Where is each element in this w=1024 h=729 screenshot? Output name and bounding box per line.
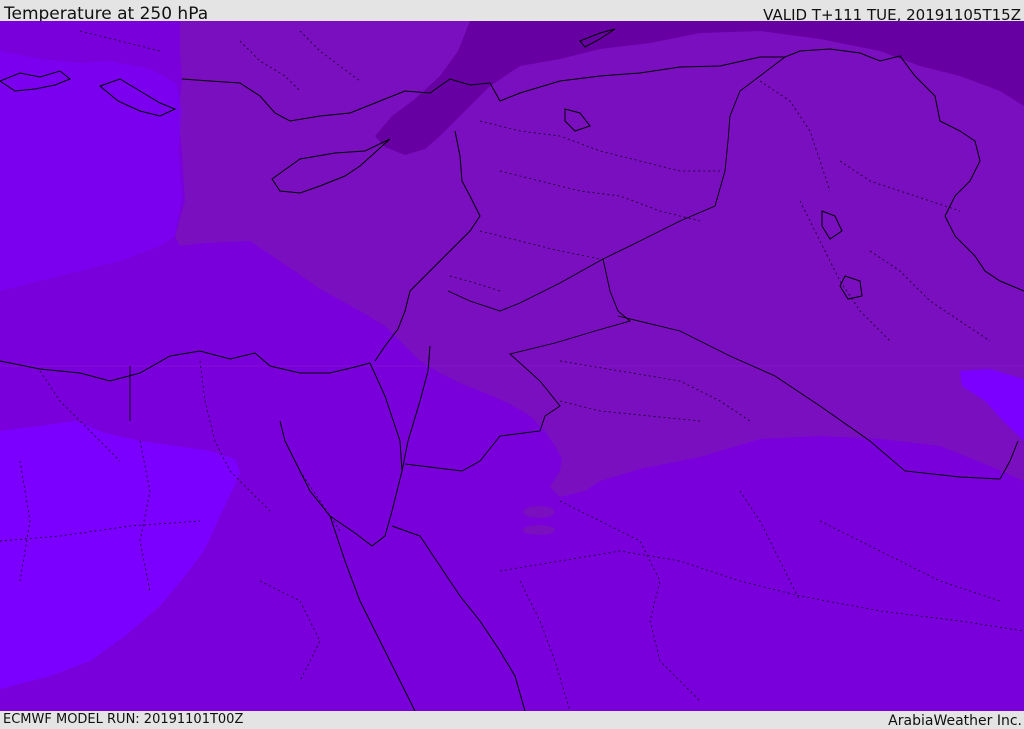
map-footer: ECMWF MODEL RUN: 20191101T00Z ArabiaWeat… [0, 711, 1024, 729]
map-header: Temperature at 250 hPa VALID T+111 TUE, … [0, 0, 1024, 24]
temperature-spot [523, 525, 555, 535]
model-run-label: ECMWF MODEL RUN: 20191101T00Z [3, 712, 244, 727]
temperature-spot [523, 506, 555, 518]
map-canvas [0, 21, 1024, 711]
credit-label: ArabiaWeather Inc. [888, 713, 1022, 729]
weather-map [0, 21, 1024, 711]
